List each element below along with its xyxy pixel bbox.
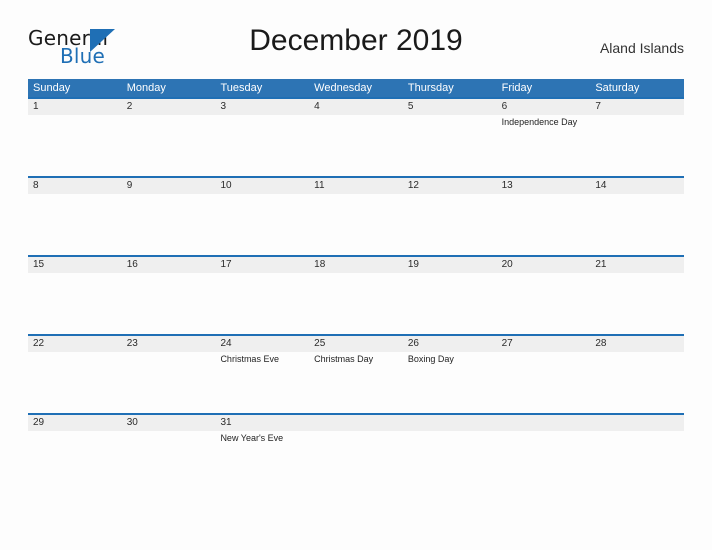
week-date-band: 29 30 31 <box>28 415 684 431</box>
day-number[interactable]: 2 <box>122 99 216 115</box>
day-event: New Year's Eve <box>220 433 284 443</box>
day-event <box>28 352 122 413</box>
weekday-monday: Monday <box>126 82 166 94</box>
week-row: 29 30 31 New Year's Eve <box>28 413 684 492</box>
weekday-tuesday: Tuesday <box>220 82 263 94</box>
day-event <box>28 115 122 176</box>
day-number[interactable]: 15 <box>28 257 122 273</box>
day-event <box>403 273 497 334</box>
day-number[interactable]: 13 <box>497 178 591 194</box>
day-number[interactable]: 28 <box>590 336 684 352</box>
day-event <box>122 115 216 176</box>
day-number[interactable]: 30 <box>122 415 216 431</box>
weekday-saturday: Saturday <box>595 82 640 94</box>
day-event <box>122 352 216 413</box>
day-number[interactable]: 27 <box>497 336 591 352</box>
day-number[interactable]: 22 <box>28 336 122 352</box>
day-number[interactable]: 5 <box>403 99 497 115</box>
day-event <box>28 194 122 255</box>
day-number[interactable]: 29 <box>28 415 122 431</box>
day-event <box>590 431 684 492</box>
day-event <box>215 273 309 334</box>
week-row: 1 2 3 4 5 6 7 Independence Day <box>28 97 684 176</box>
day-number-empty <box>497 415 591 431</box>
day-number[interactable]: 11 <box>309 178 403 194</box>
day-event <box>497 194 591 255</box>
day-event: Christmas Eve <box>220 354 279 364</box>
week-event-band: Independence Day <box>28 115 684 176</box>
week-date-band: 8 9 10 11 12 13 14 <box>28 178 684 194</box>
day-event <box>403 194 497 255</box>
day-event: Christmas Day <box>314 354 374 364</box>
day-number[interactable]: 16 <box>122 257 216 273</box>
day-number[interactable]: 17 <box>215 257 309 273</box>
calendar-table: Sunday Monday Tuesday Wednesday Thursday… <box>28 79 684 492</box>
day-event <box>403 431 497 492</box>
day-event <box>590 352 684 413</box>
day-number[interactable]: 24 <box>215 336 309 352</box>
day-event <box>309 194 403 255</box>
day-event: Independence Day <box>501 117 578 127</box>
day-number[interactable]: 8 <box>28 178 122 194</box>
day-event <box>122 273 216 334</box>
week-date-band: 22 23 24 25 26 27 28 <box>28 336 684 352</box>
day-event <box>28 273 122 334</box>
day-event: Boxing Day <box>407 354 454 364</box>
week-event-band <box>28 194 684 255</box>
day-event <box>215 115 309 176</box>
day-number[interactable]: 6 <box>497 99 591 115</box>
day-number-empty <box>590 415 684 431</box>
day-event <box>309 273 403 334</box>
week-event-band <box>28 273 684 334</box>
day-number-empty <box>403 415 497 431</box>
week-row: 15 16 17 18 19 20 21 <box>28 255 684 334</box>
day-event <box>497 352 591 413</box>
weekday-sunday: Sunday <box>33 82 71 94</box>
day-event <box>590 115 684 176</box>
day-number[interactable]: 9 <box>122 178 216 194</box>
day-event <box>497 273 591 334</box>
day-event <box>122 194 216 255</box>
day-number[interactable]: 7 <box>590 99 684 115</box>
day-event <box>590 273 684 334</box>
country-label: Aland Islands <box>599 40 684 56</box>
day-number[interactable]: 14 <box>590 178 684 194</box>
week-event-band: New Year's Eve <box>28 431 684 492</box>
day-event <box>403 115 497 176</box>
weekday-thursday: Thursday <box>407 82 454 94</box>
day-number[interactable]: 20 <box>497 257 591 273</box>
week-date-band: 15 16 17 18 19 20 21 <box>28 257 684 273</box>
day-event <box>497 431 591 492</box>
weekday-header-row: Sunday Monday Tuesday Wednesday Thursday… <box>28 79 684 97</box>
day-number[interactable]: 19 <box>403 257 497 273</box>
page-header: General Blue December 2019 Aland Islands <box>0 0 712 66</box>
weekday-wednesday: Wednesday <box>314 82 373 94</box>
day-number[interactable]: 31 <box>215 415 309 431</box>
day-number[interactable]: 21 <box>590 257 684 273</box>
day-number[interactable]: 12 <box>403 178 497 194</box>
day-number[interactable]: 23 <box>122 336 216 352</box>
day-number[interactable]: 1 <box>28 99 122 115</box>
day-event <box>590 194 684 255</box>
day-event <box>215 194 309 255</box>
week-row: 22 23 24 25 26 27 28 Christmas Eve Chris… <box>28 334 684 413</box>
day-number[interactable]: 18 <box>309 257 403 273</box>
day-number[interactable]: 25 <box>309 336 403 352</box>
day-event <box>28 431 122 492</box>
day-event <box>309 431 403 492</box>
week-date-band: 1 2 3 4 5 6 7 <box>28 99 684 115</box>
day-number[interactable]: 10 <box>215 178 309 194</box>
day-number[interactable]: 4 <box>309 99 403 115</box>
day-event <box>122 431 216 492</box>
week-event-band: Christmas Eve Christmas Day Boxing Day <box>28 352 684 413</box>
week-row: 8 9 10 11 12 13 14 <box>28 176 684 255</box>
day-number[interactable]: 26 <box>403 336 497 352</box>
day-number[interactable]: 3 <box>215 99 309 115</box>
day-event <box>309 115 403 176</box>
weekday-friday: Friday <box>501 82 533 94</box>
day-number-empty <box>309 415 403 431</box>
